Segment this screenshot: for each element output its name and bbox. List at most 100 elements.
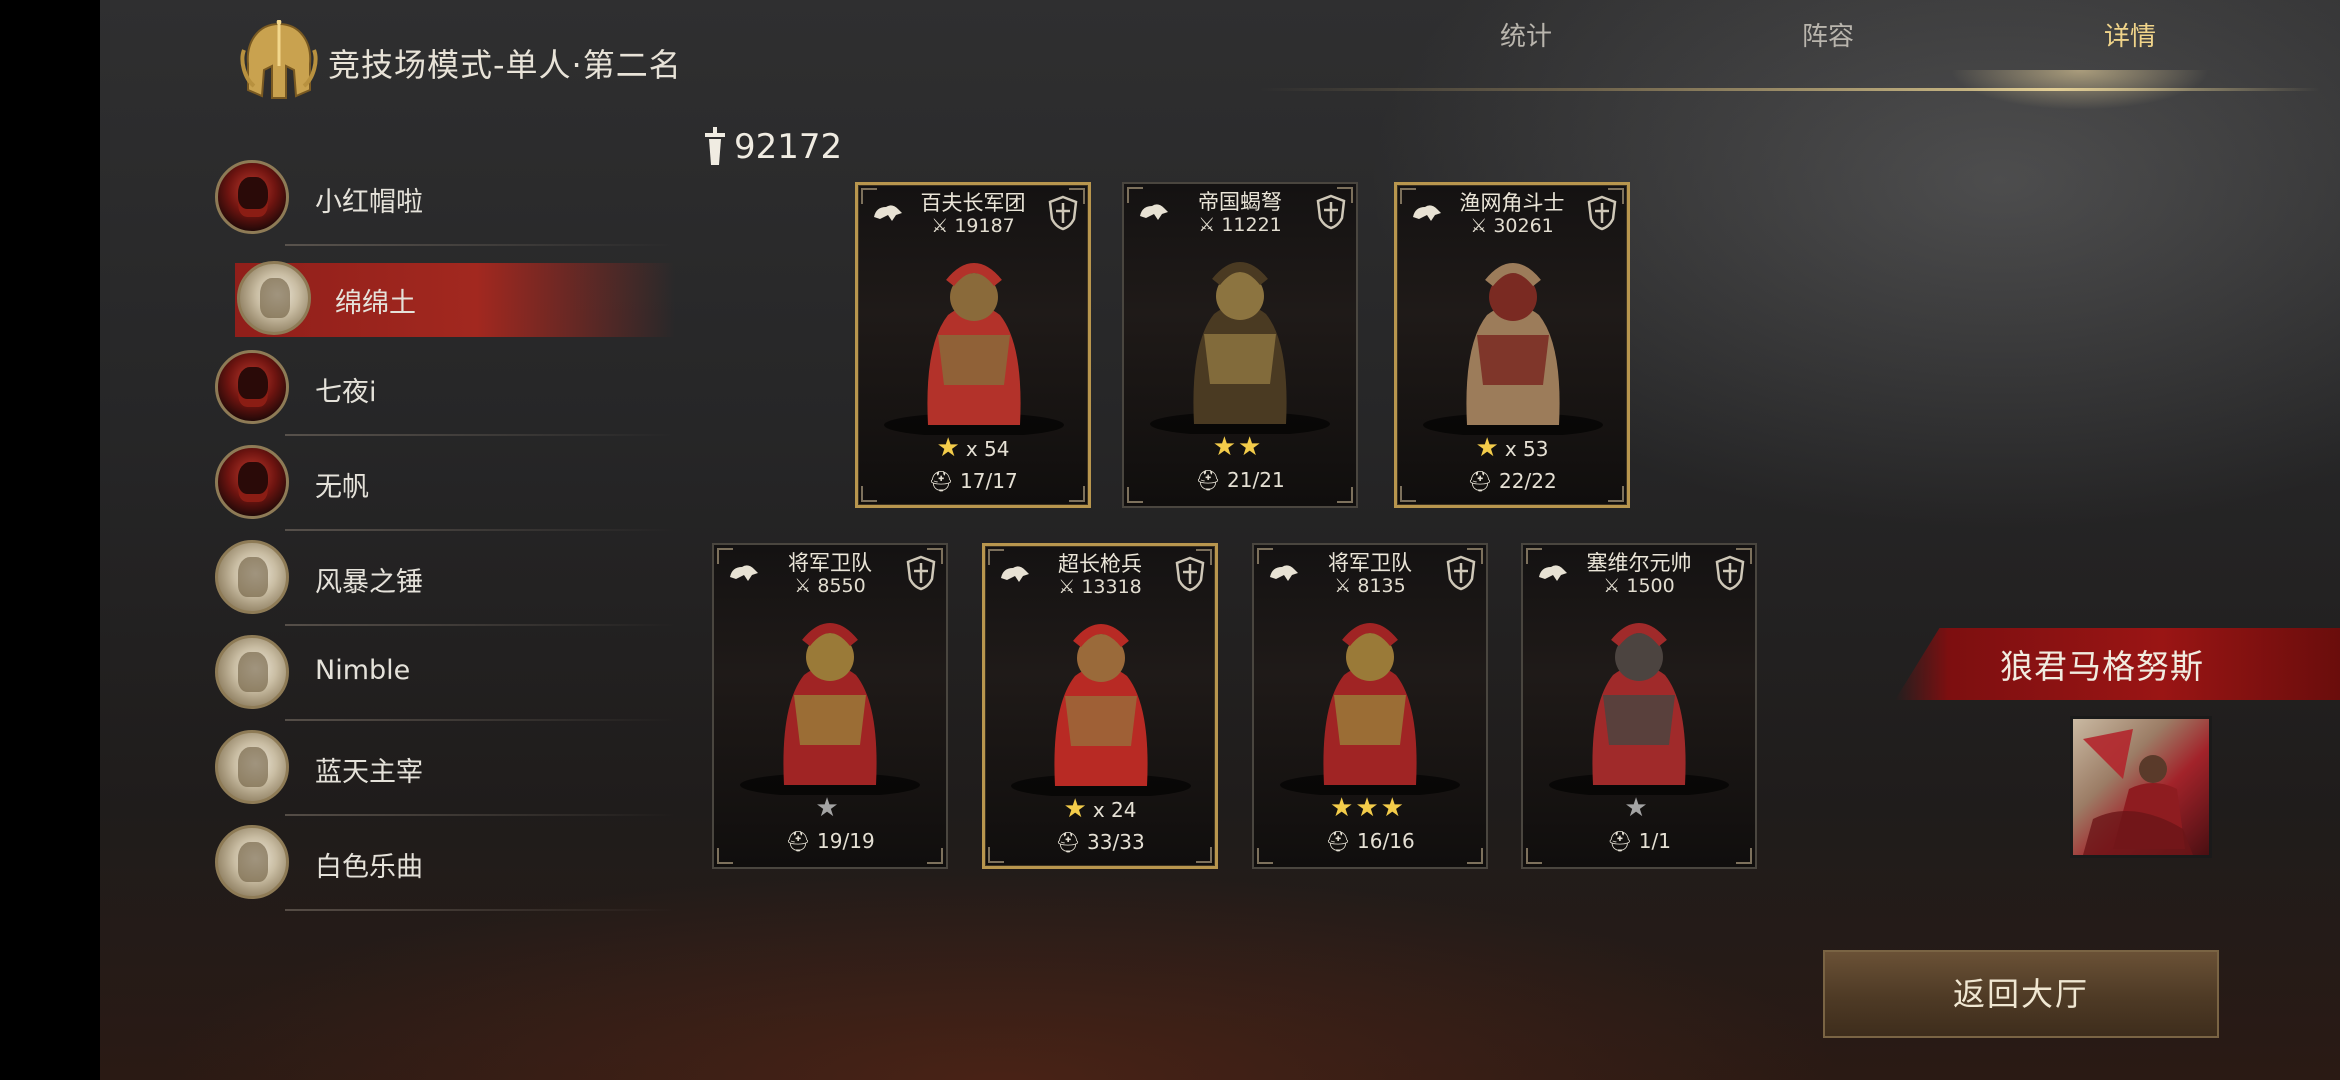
unit-troops: ⛑ 1/1 bbox=[1523, 829, 1755, 853]
star-icon: ★ bbox=[1475, 433, 1501, 463]
unit-power-value: 11221 bbox=[1221, 214, 1282, 236]
star-icon: ★ bbox=[1355, 793, 1381, 823]
helmet-troop-icon: ⛑ bbox=[785, 829, 811, 853]
unit-stars: ★★ bbox=[1124, 432, 1356, 462]
unit-power: ⚔ 13318 bbox=[985, 576, 1215, 598]
unit-troops-value: 17/17 bbox=[960, 469, 1018, 493]
unit-power: ⚔ 19187 bbox=[858, 215, 1088, 237]
player-avatar bbox=[237, 261, 311, 335]
unit-card[interactable]: 将军卫队 ⚔ 8135 ★★★ ⛑ 16/16 bbox=[1252, 543, 1488, 869]
unit-portrait bbox=[1011, 624, 1191, 796]
unit-troops-value: 1/1 bbox=[1638, 829, 1671, 853]
sword-power-icon bbox=[705, 127, 725, 165]
divider bbox=[285, 719, 675, 721]
tab-statistics[interactable]: 统计 bbox=[1500, 16, 1552, 53]
star-icon: ★ bbox=[1063, 794, 1089, 824]
star-icon: ★ bbox=[1380, 793, 1406, 823]
divider bbox=[285, 909, 675, 911]
player-item[interactable]: 小红帽啦 bbox=[215, 160, 695, 250]
unit-power-value: 8135 bbox=[1357, 575, 1406, 597]
unit-troops: ⛑ 21/21 bbox=[1124, 468, 1356, 492]
sword-power-icon: ⚔ bbox=[1198, 214, 1216, 236]
helmet-troop-icon: ⛑ bbox=[1325, 829, 1351, 853]
unit-power-value: 13318 bbox=[1081, 576, 1142, 598]
unit-troops: ⛑ 16/16 bbox=[1254, 829, 1486, 853]
player-name: 白色乐曲 bbox=[315, 852, 423, 883]
unit-stars: ★ x 53 bbox=[1397, 433, 1627, 463]
star-icon: ★ bbox=[1238, 432, 1264, 462]
hero-name: 狼君马格努斯 bbox=[2000, 647, 2204, 686]
unit-troops-value: 33/33 bbox=[1087, 830, 1145, 854]
player-item[interactable]: 风暴之锤 bbox=[215, 540, 695, 630]
divider bbox=[285, 244, 675, 246]
unit-power: ⚔ 1500 bbox=[1523, 575, 1755, 597]
unit-power-value: 1500 bbox=[1626, 575, 1675, 597]
star-icon: ★ bbox=[936, 433, 962, 463]
hero-portrait[interactable] bbox=[2070, 716, 2212, 858]
unit-card[interactable]: 超长枪兵 ⚔ 13318 ★ x 24 ⛑ 33/33 bbox=[982, 543, 1218, 869]
return-lobby-button[interactable]: 返回大厅 bbox=[1823, 950, 2219, 1038]
unit-name: 渔网角斗士 bbox=[1459, 191, 1565, 215]
unit-name: 帝国蝎弩 bbox=[1198, 190, 1282, 214]
unit-card[interactable]: 塞维尔元帅 ⚔ 1500 ★ ⛑ 1/1 bbox=[1521, 543, 1757, 869]
unit-power-value: 30261 bbox=[1493, 215, 1554, 237]
divider bbox=[285, 624, 675, 626]
unit-troops: ⛑ 33/33 bbox=[985, 830, 1215, 854]
unit-card[interactable]: 将军卫队 ⚔ 8550 ★ ⛑ 19/19 bbox=[712, 543, 948, 869]
unit-power-value: 19187 bbox=[954, 215, 1015, 237]
player-avatar bbox=[215, 825, 289, 899]
hero-figure-icon bbox=[2083, 729, 2193, 855]
unit-power: ⚔ 30261 bbox=[1397, 215, 1627, 237]
unit-troops-value: 22/22 bbox=[1499, 469, 1557, 493]
sword-power-icon: ⚔ bbox=[1334, 575, 1352, 597]
helmet-troop-icon: ⛑ bbox=[1055, 830, 1081, 854]
unit-power: ⚔ 8135 bbox=[1254, 575, 1486, 597]
unit-troops-value: 19/19 bbox=[817, 829, 875, 853]
helmet-troop-icon: ⛑ bbox=[1467, 469, 1493, 493]
player-name: 七夜i bbox=[315, 377, 377, 408]
player-name: 绵绵土 bbox=[335, 288, 416, 319]
unit-stars: ★ x 24 bbox=[985, 794, 1215, 824]
page-title: 竞技场模式-单人·第二名 bbox=[328, 46, 682, 84]
player-avatar bbox=[215, 540, 289, 614]
helmet-troop-icon: ⛑ bbox=[1607, 829, 1633, 853]
sword-power-icon: ⚔ bbox=[931, 215, 949, 237]
unit-card[interactable]: 渔网角斗士 ⚔ 30261 ★ x 53 ⛑ 22/22 bbox=[1394, 182, 1630, 508]
unit-multiplier: x 54 bbox=[965, 437, 1010, 461]
divider bbox=[285, 434, 675, 436]
unit-card[interactable]: 帝国蝎弩 ⚔ 11221 ★★ ⛑ 21/21 bbox=[1122, 182, 1358, 508]
unit-power-value: 8550 bbox=[817, 575, 866, 597]
unit-power: ⚔ 8550 bbox=[714, 575, 946, 597]
unit-portrait bbox=[1150, 262, 1330, 434]
unit-name: 超长枪兵 bbox=[1058, 552, 1142, 576]
sword-power-icon: ⚔ bbox=[794, 575, 812, 597]
unit-stars: ★ bbox=[714, 793, 946, 823]
player-item[interactable]: 蓝天主宰 bbox=[215, 730, 695, 820]
unit-portrait bbox=[1423, 263, 1603, 435]
star-empty-icon: ★ bbox=[1624, 793, 1650, 823]
player-item[interactable]: 七夜i bbox=[215, 350, 695, 440]
sword-power-icon: ⚔ bbox=[1470, 215, 1488, 237]
tab-details[interactable]: 详情 bbox=[2104, 16, 2156, 53]
unit-name: 百夫长军团 bbox=[920, 191, 1026, 215]
unit-portrait bbox=[740, 623, 920, 795]
unit-power: ⚔ 11221 bbox=[1124, 214, 1356, 236]
unit-card[interactable]: 百夫长军团 ⚔ 19187 ★ x 54 ⛑ 17/17 bbox=[855, 182, 1091, 508]
sword-power-icon: ⚔ bbox=[1603, 575, 1621, 597]
player-item[interactable]: 白色乐曲 bbox=[215, 825, 695, 915]
player-name: 蓝天主宰 bbox=[315, 757, 423, 788]
unit-name: 将军卫队 bbox=[1328, 551, 1412, 575]
unit-portrait bbox=[1280, 623, 1460, 795]
tab-lineup[interactable]: 阵容 bbox=[1802, 16, 1854, 53]
player-avatar bbox=[215, 350, 289, 424]
player-item-selected[interactable]: 绵绵土 bbox=[215, 255, 695, 345]
player-avatar bbox=[215, 160, 289, 234]
game-screen: 竞技场模式-单人·第二名 统计 阵容 详情 92172 小红帽啦 绵绵土 七夜i bbox=[100, 0, 2340, 1080]
player-item[interactable]: 无帆 bbox=[215, 445, 695, 535]
total-power-value: 92172 bbox=[734, 127, 843, 167]
player-item[interactable]: Nimble bbox=[215, 635, 695, 725]
unit-stars: ★ x 54 bbox=[858, 433, 1088, 463]
player-avatar bbox=[215, 635, 289, 709]
unit-troops: ⛑ 19/19 bbox=[714, 829, 946, 853]
player-name: 小红帽啦 bbox=[315, 187, 423, 218]
